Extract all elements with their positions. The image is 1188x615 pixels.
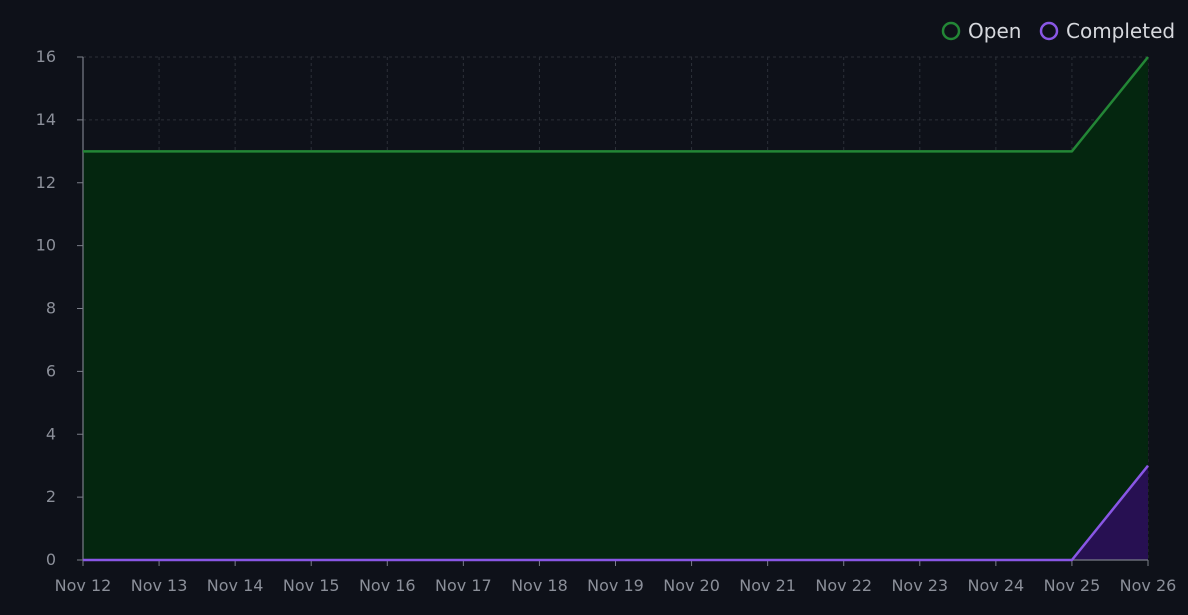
- x-tick-label: Nov 22: [815, 576, 872, 595]
- x-tick-label: Nov 14: [207, 576, 264, 595]
- chart-container: 0 2 4 6 8 10 12 14 16 Nov 12 Nov 13 Nov 14 Nov 15 No…: [0, 0, 1188, 615]
- y-tick-label: 14: [36, 110, 56, 129]
- legend-label: Open: [968, 19, 1021, 43]
- y-tick-label: 10: [36, 236, 56, 255]
- x-tick-label: Nov 17: [435, 576, 492, 595]
- series-areas: [83, 57, 1148, 560]
- x-tick-label: Nov 19: [587, 576, 644, 595]
- x-tick-label: Nov 21: [739, 576, 796, 595]
- x-tick-label: Nov 24: [968, 576, 1025, 595]
- area-chart: 0246810121416 Nov 12 Nov 13 Nov 14 Nov 15 No…: [36, 19, 1177, 595]
- legend-item-open[interactable]: Open: [941, 19, 1021, 43]
- y-tick-label: 8: [46, 299, 56, 318]
- legend-label: Completed: [1066, 19, 1175, 43]
- y-axis-ticks: 0 2 4 6 8 10 12 14 16: [36, 47, 56, 569]
- y-tick-label: 0: [46, 550, 56, 569]
- legend-marker-icon: [1039, 21, 1059, 41]
- x-tick-label: Nov 13: [131, 576, 188, 595]
- x-tick-label: Nov 23: [891, 576, 948, 595]
- y-tick-label: 4: [46, 424, 56, 443]
- x-tick-label: Nov 12: [55, 576, 112, 595]
- y-tick-label: 12: [36, 173, 56, 192]
- x-tick-label: Nov 26: [1120, 576, 1177, 595]
- legend-marker-icon: [941, 21, 961, 41]
- legend-item-completed[interactable]: Completed: [1039, 19, 1175, 43]
- x-tick-label: Nov 16: [359, 576, 416, 595]
- x-tick-label: Nov 20: [663, 576, 720, 595]
- x-axis-ticks: Nov 12 Nov 13 Nov 14 Nov 15 Nov 16 Nov 17 Nov …: [55, 576, 1177, 595]
- x-tick-label: Nov 15: [283, 576, 340, 595]
- x-tick-label: Nov 18: [511, 576, 568, 595]
- legend: Open Completed: [941, 19, 1175, 43]
- series-area-open: [83, 57, 1148, 560]
- y-tick-label: 6: [46, 361, 56, 380]
- y-tick-label: 16: [36, 47, 56, 66]
- x-tick-label: Nov 25: [1044, 576, 1101, 595]
- y-tick-label: 2: [46, 487, 56, 506]
